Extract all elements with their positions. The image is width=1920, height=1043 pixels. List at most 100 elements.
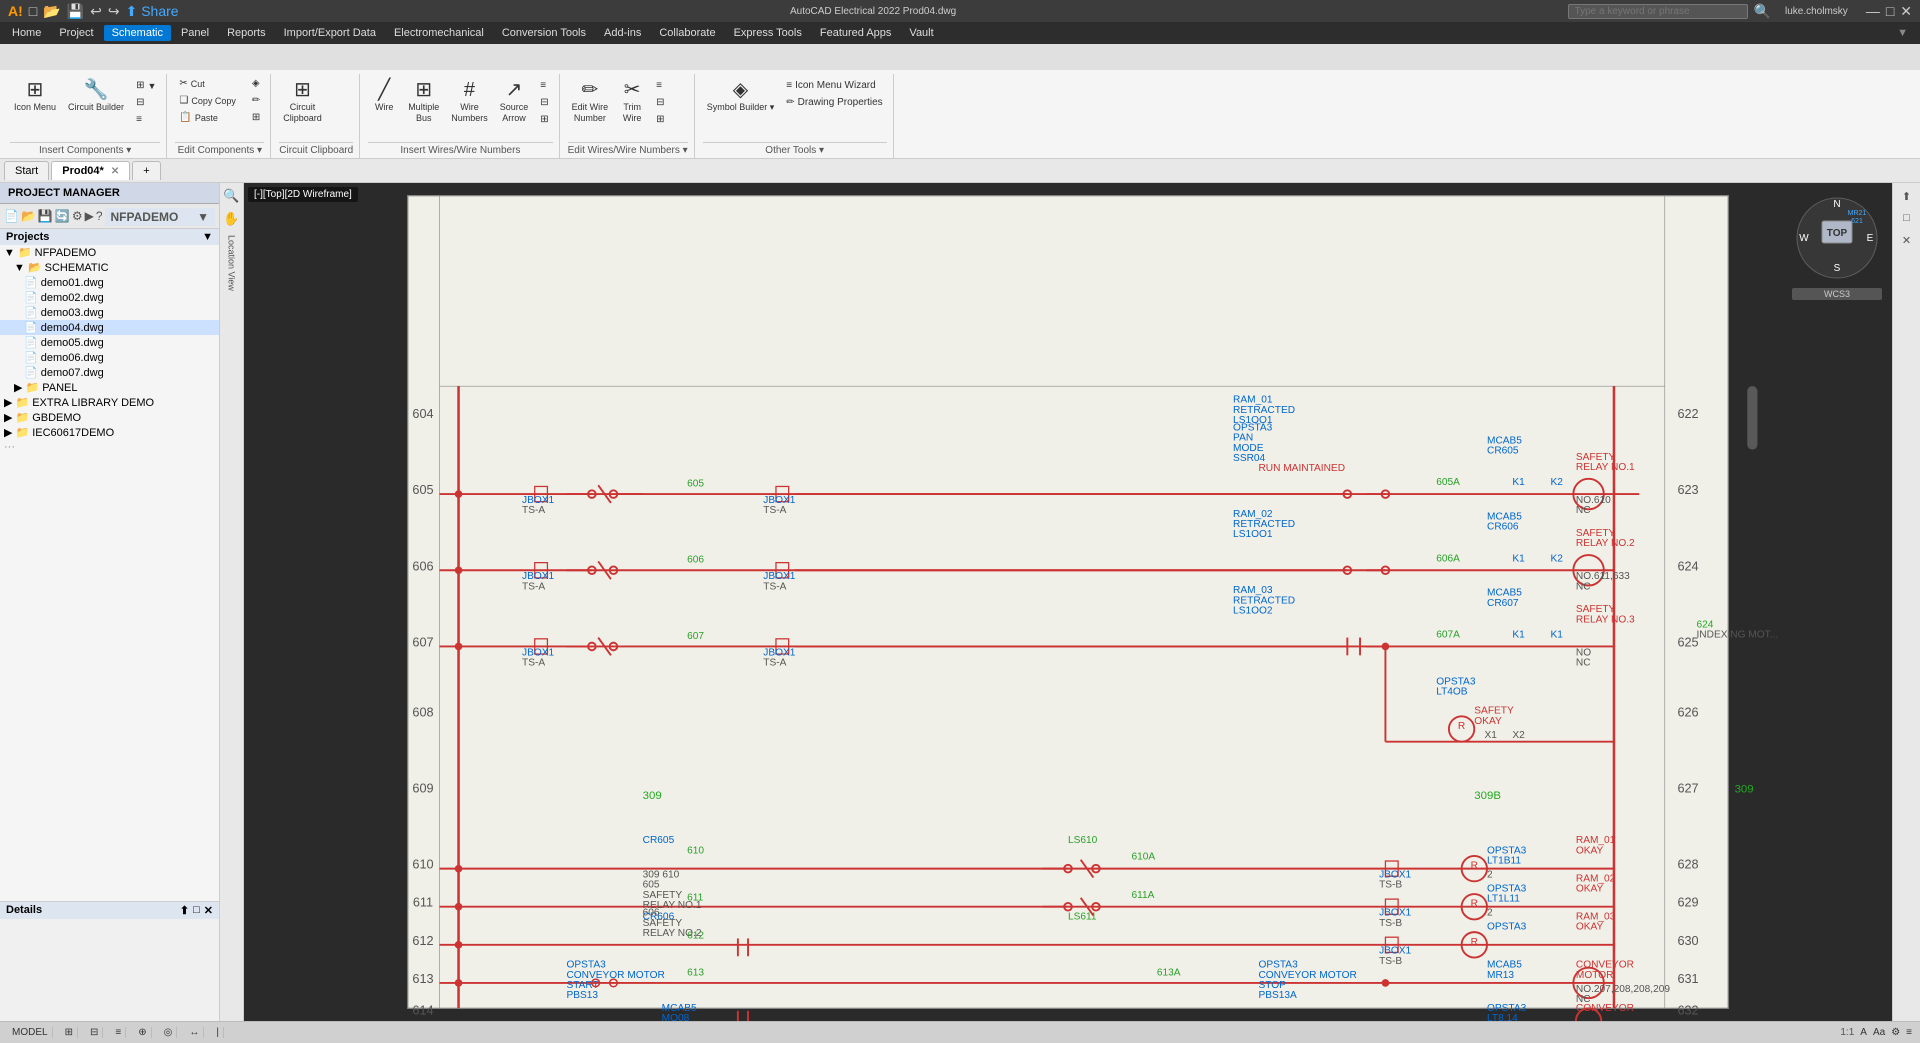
tab-prod04[interactable]: Prod04* ✕ [51, 161, 130, 180]
insert-wire-3[interactable]: ⊞ [536, 112, 552, 127]
menu-panel[interactable]: Panel [173, 25, 217, 41]
canvas-area[interactable]: [-][Top][2D Wireframe] N S E W TOP MR21 … [244, 183, 1892, 1021]
otrack-btn[interactable]: ↔ [185, 1027, 204, 1038]
undo-btn[interactable]: ↩ [90, 3, 102, 20]
menu-electromechanical[interactable]: Electromechanical [386, 25, 492, 41]
trim-wire-btn[interactable]: ✂ TrimWire [616, 76, 648, 126]
tree-panel[interactable]: ▶ 📁 PANEL [0, 380, 219, 395]
menu-options[interactable]: ▼ [1889, 25, 1916, 41]
insert-wire-2[interactable]: ⊟ [536, 95, 552, 110]
tree-nfpademo[interactable]: ▼ 📁 NFPADEMO [0, 245, 219, 260]
icon-menu-wizard-btn[interactable]: ≡Icon Menu Wizard [782, 78, 886, 93]
edit-wire-2[interactable]: ⊟ [652, 95, 668, 110]
close-btn[interactable]: ✕ [1900, 3, 1912, 20]
proj-settings-btn[interactable]: ⚙ [72, 209, 83, 223]
insert-comp-small-3[interactable]: ≡ [132, 112, 160, 127]
tree-extra-library[interactable]: ▶ 📁 EXTRA LIBRARY DEMO [0, 395, 219, 410]
cut-btn[interactable]: ✂Cut [175, 76, 240, 91]
insert-comp-small-2[interactable]: ⊟ [132, 95, 160, 110]
nfpademo-section[interactable]: NFPADEMO ▼ [105, 208, 216, 226]
open-btn[interactable]: 📂 [43, 3, 60, 20]
maximize-btn[interactable]: □ [1886, 3, 1894, 19]
details-expand-btn[interactable]: ⬆ [180, 904, 189, 917]
tab-close-btn[interactable]: ✕ [111, 166, 119, 177]
menu-conversion[interactable]: Conversion Tools [494, 25, 594, 41]
edit-comp-2[interactable]: ✏ [248, 93, 264, 108]
menu-import-export[interactable]: Import/Export Data [276, 25, 384, 41]
polar-btn[interactable]: ⊕ [134, 1027, 151, 1038]
statusbar-settings[interactable]: ≡ [1906, 1027, 1912, 1038]
proj-more-btn[interactable]: ▶ [85, 209, 94, 223]
tree-demo04[interactable]: 📄 demo04.dwg [0, 320, 219, 335]
new-btn[interactable]: □ [29, 3, 37, 19]
osnap-btn[interactable]: ◎ [160, 1027, 178, 1038]
tree-demo02[interactable]: 📄 demo02.dwg [0, 290, 219, 305]
svg-text:623: 623 [1677, 483, 1698, 497]
share-btn[interactable]: ⬆ Share [126, 3, 179, 20]
proj-new-btn[interactable]: 📄 [4, 209, 19, 223]
svg-text:606: 606 [687, 555, 704, 566]
proj-help-btn[interactable]: ? [96, 209, 103, 223]
proj-save-btn[interactable]: 💾 [38, 209, 53, 223]
grid-btn[interactable]: ⊞ [61, 1027, 78, 1038]
insert-wire-1[interactable]: ≡ [536, 78, 552, 93]
menu-featured[interactable]: Featured Apps [812, 25, 900, 41]
right-panel-btn-1[interactable]: ⬆ [1896, 185, 1918, 207]
circuit-builder-btn[interactable]: 🔧 Circuit Builder [64, 76, 128, 115]
tree-gbdemo[interactable]: ▶ 📁 GBDEMO [0, 410, 219, 425]
snap-btn[interactable]: ⊟ [86, 1027, 103, 1038]
tree-demo05[interactable]: 📄 demo05.dwg [0, 335, 219, 350]
tree-schematic[interactable]: ▼ 📂 SCHEMATIC [0, 260, 219, 275]
edit-wire-1[interactable]: ≡ [652, 78, 668, 93]
proj-open-btn[interactable]: 📂 [21, 209, 36, 223]
wire-btn[interactable]: ╱ Wire [368, 76, 400, 115]
icon-menu-btn[interactable]: ⊞ Icon Menu [10, 76, 60, 115]
nav-cube[interactable]: N S E W TOP MR21 621 WCS3 [1792, 193, 1882, 283]
zoom-btn[interactable]: 🔍 [221, 185, 243, 207]
menu-project[interactable]: Project [51, 25, 101, 41]
pan-btn[interactable]: ✋ [221, 208, 243, 230]
symbol-builder-btn[interactable]: ◈ Symbol Builder ▾ [703, 76, 779, 115]
workspace-btn[interactable]: ⚙ [1891, 1027, 1900, 1038]
edit-comp-1[interactable]: ◈ [248, 76, 264, 91]
paste-btn[interactable]: 📋Paste [175, 110, 240, 125]
source-arrow-btn[interactable]: ↗ SourceArrow [496, 76, 533, 126]
tree-demo01[interactable]: 📄 demo01.dwg [0, 275, 219, 290]
right-panel-btn-3[interactable]: ✕ [1896, 229, 1918, 251]
redo-btn[interactable]: ↪ [108, 3, 120, 20]
minimize-btn[interactable]: — [1866, 3, 1880, 19]
proj-refresh-btn[interactable]: 🔄 [55, 209, 70, 223]
tab-new[interactable]: + [132, 161, 160, 180]
menu-express[interactable]: Express Tools [726, 25, 810, 41]
search-input[interactable] [1568, 4, 1748, 19]
tree-iec[interactable]: ▶ 📁 IEC60617DEMO [0, 425, 219, 440]
menu-addins[interactable]: Add-ins [596, 25, 649, 41]
tree-demo06[interactable]: 📄 demo06.dwg [0, 350, 219, 365]
menu-schematic[interactable]: Schematic [104, 25, 171, 41]
clipboard-btn[interactable]: ⊞ CircuitClipboard [279, 76, 326, 126]
projects-section[interactable]: Projects ▼ [0, 229, 219, 245]
tree-demo07[interactable]: 📄 demo07.dwg [0, 365, 219, 380]
lineweight-btn[interactable]: | [212, 1027, 224, 1038]
wire-numbers-btn[interactable]: # WireNumbers [447, 76, 492, 126]
menu-home[interactable]: Home [4, 25, 49, 41]
edit-comp-3[interactable]: ⊞ [248, 110, 264, 125]
menu-reports[interactable]: Reports [219, 25, 274, 41]
tree-more[interactable]: ··· [0, 440, 219, 454]
right-panel-btn-2[interactable]: □ [1896, 207, 1918, 229]
multiple-bus-btn[interactable]: ⊞ MultipleBus [404, 76, 443, 126]
copy-btn[interactable]: ❑Copy Copy [175, 93, 240, 108]
model-tab[interactable]: MODEL [8, 1027, 53, 1038]
save-btn[interactable]: 💾 [67, 3, 84, 20]
edit-wire-3[interactable]: ⊞ [652, 112, 668, 127]
tab-start[interactable]: Start [4, 161, 49, 180]
menu-collaborate[interactable]: Collaborate [651, 25, 723, 41]
insert-comp-small-1[interactable]: ⊞▼ [132, 78, 160, 93]
tree-demo03[interactable]: 📄 demo03.dwg [0, 305, 219, 320]
edit-wire-number-btn[interactable]: ✏ Edit WireNumber [568, 76, 613, 126]
details-float-btn[interactable]: □ [193, 904, 200, 917]
ortho-btn[interactable]: ≡ [111, 1027, 126, 1038]
details-close-btn[interactable]: ✕ [204, 904, 213, 917]
menu-vault[interactable]: Vault [901, 25, 941, 41]
drawing-props-btn[interactable]: ✏Drawing Properties [782, 95, 886, 110]
